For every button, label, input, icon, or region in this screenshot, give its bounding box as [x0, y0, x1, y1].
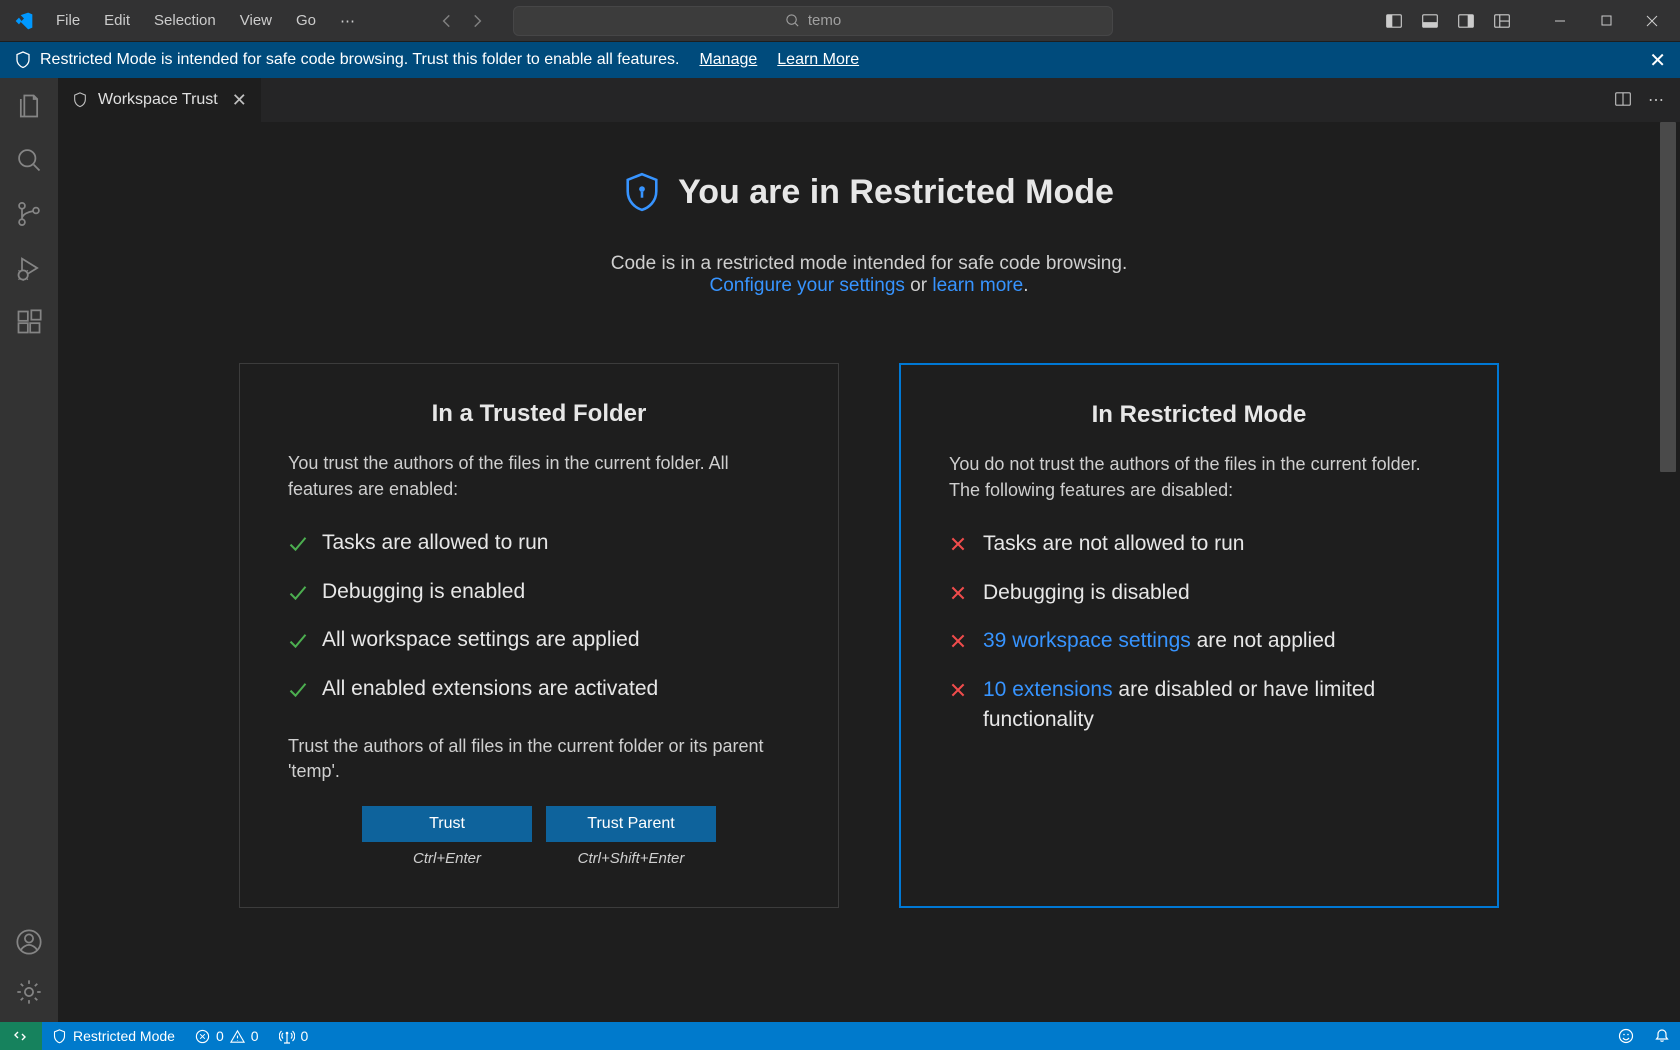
trusted-card-desc: You trust the authors of the files in th…	[288, 450, 790, 502]
trust-parent-button[interactable]: Trust Parent	[546, 806, 716, 842]
search-icon[interactable]	[13, 144, 45, 176]
search-icon	[785, 13, 800, 28]
close-window-icon[interactable]	[1640, 9, 1664, 33]
restricted-card-desc: You do not trust the authors of the file…	[949, 451, 1449, 503]
statusbar: Restricted Mode 0 0 0	[0, 1022, 1680, 1050]
tab-label: Workspace Trust	[98, 91, 218, 109]
source-control-icon[interactable]	[13, 198, 45, 230]
status-problems[interactable]: 0 0	[185, 1022, 269, 1050]
shield-icon	[52, 1029, 67, 1044]
learn-more-link[interactable]: learn more	[932, 275, 1023, 296]
menu-edit[interactable]: Edit	[94, 8, 140, 34]
tab-close-icon[interactable]: ✕	[232, 90, 247, 111]
status-feedback-icon[interactable]	[1608, 1028, 1644, 1044]
trust-parent-shortcut: Ctrl+Shift+Enter	[578, 850, 685, 867]
restricted-mode-banner: Restricted Mode is intended for safe cod…	[0, 42, 1680, 78]
explorer-icon[interactable]	[13, 90, 45, 122]
menu-overflow[interactable]: ⋯	[330, 8, 365, 34]
banner-learn-more-link[interactable]: Learn More	[777, 51, 859, 69]
workspace-settings-link[interactable]: 39 workspace settings	[983, 629, 1191, 652]
extensions-icon[interactable]	[13, 306, 45, 338]
shield-icon	[14, 51, 32, 69]
menu-file[interactable]: File	[46, 8, 90, 34]
banner-text: Restricted Mode is intended for safe cod…	[40, 51, 679, 69]
banner-manage-link[interactable]: Manage	[699, 51, 757, 69]
shield-lock-icon	[624, 172, 660, 212]
status-notifications-icon[interactable]	[1644, 1028, 1680, 1044]
toggle-primary-sidebar-icon[interactable]	[1382, 9, 1406, 33]
trusted-card-title: In a Trusted Folder	[288, 400, 790, 428]
more-actions-icon[interactable]: ⋯	[1648, 90, 1664, 110]
menu-go[interactable]: Go	[286, 8, 326, 34]
error-icon	[195, 1029, 210, 1044]
trusted-folder-card: In a Trusted Folder You trust the author…	[239, 363, 839, 908]
trust-shortcut: Ctrl+Enter	[413, 850, 481, 867]
menu-view[interactable]: View	[230, 8, 282, 34]
check-icon	[288, 631, 308, 651]
workspace-trust-editor: You are in Restricted Mode Code is in a …	[58, 122, 1680, 1022]
x-icon	[949, 632, 969, 652]
trusted-card-footer: Trust the authors of all files in the cu…	[288, 734, 790, 784]
radio-tower-icon	[279, 1028, 295, 1044]
x-icon	[949, 535, 969, 555]
status-restricted-mode[interactable]: Restricted Mode	[42, 1022, 185, 1050]
extensions-link[interactable]: 10 extensions	[983, 678, 1113, 701]
x-icon	[949, 584, 969, 604]
toggle-secondary-sidebar-icon[interactable]	[1454, 9, 1478, 33]
toggle-panel-icon[interactable]	[1418, 9, 1442, 33]
minimize-icon[interactable]	[1548, 9, 1572, 33]
x-icon	[949, 681, 969, 701]
check-icon	[288, 680, 308, 700]
accounts-icon[interactable]	[13, 926, 45, 958]
check-icon	[288, 583, 308, 603]
menu-selection[interactable]: Selection	[144, 8, 226, 34]
menubar: File Edit Selection View Go ⋯	[46, 8, 365, 34]
configure-settings-link[interactable]: Configure your settings	[710, 275, 905, 296]
vscode-logo-icon	[14, 11, 34, 31]
customize-layout-icon[interactable]	[1490, 9, 1514, 33]
maximize-icon[interactable]	[1594, 9, 1618, 33]
titlebar: File Edit Selection View Go ⋯ temo	[0, 0, 1680, 42]
banner-close-icon[interactable]: ✕	[1649, 48, 1666, 73]
command-center[interactable]: temo	[513, 6, 1113, 36]
editor-tabs: Workspace Trust ✕ ⋯	[58, 78, 1680, 122]
split-editor-icon[interactable]	[1614, 90, 1632, 110]
settings-gear-icon[interactable]	[13, 976, 45, 1008]
window-controls	[1548, 9, 1664, 33]
tab-workspace-trust[interactable]: Workspace Trust ✕	[58, 78, 262, 122]
restricted-card-title: In Restricted Mode	[949, 401, 1449, 429]
editor-scrollbar[interactable]	[1660, 122, 1676, 1022]
search-text: temo	[808, 12, 841, 29]
activity-bar	[0, 78, 58, 1022]
status-ports[interactable]: 0	[269, 1022, 319, 1050]
shield-icon	[72, 92, 88, 108]
check-icon	[288, 534, 308, 554]
layout-controls	[1382, 9, 1514, 33]
hero-subtitle: Code is in a restricted mode intended fo…	[188, 253, 1550, 275]
run-debug-icon[interactable]	[13, 252, 45, 284]
trust-button[interactable]: Trust	[362, 806, 532, 842]
remote-indicator[interactable]	[0, 1022, 42, 1050]
nav-arrows	[435, 9, 489, 33]
nav-back-icon[interactable]	[435, 9, 459, 33]
page-title: You are in Restricted Mode	[624, 172, 1114, 212]
warning-icon	[230, 1029, 245, 1044]
restricted-mode-card: In Restricted Mode You do not trust the …	[899, 363, 1499, 908]
nav-forward-icon[interactable]	[465, 9, 489, 33]
